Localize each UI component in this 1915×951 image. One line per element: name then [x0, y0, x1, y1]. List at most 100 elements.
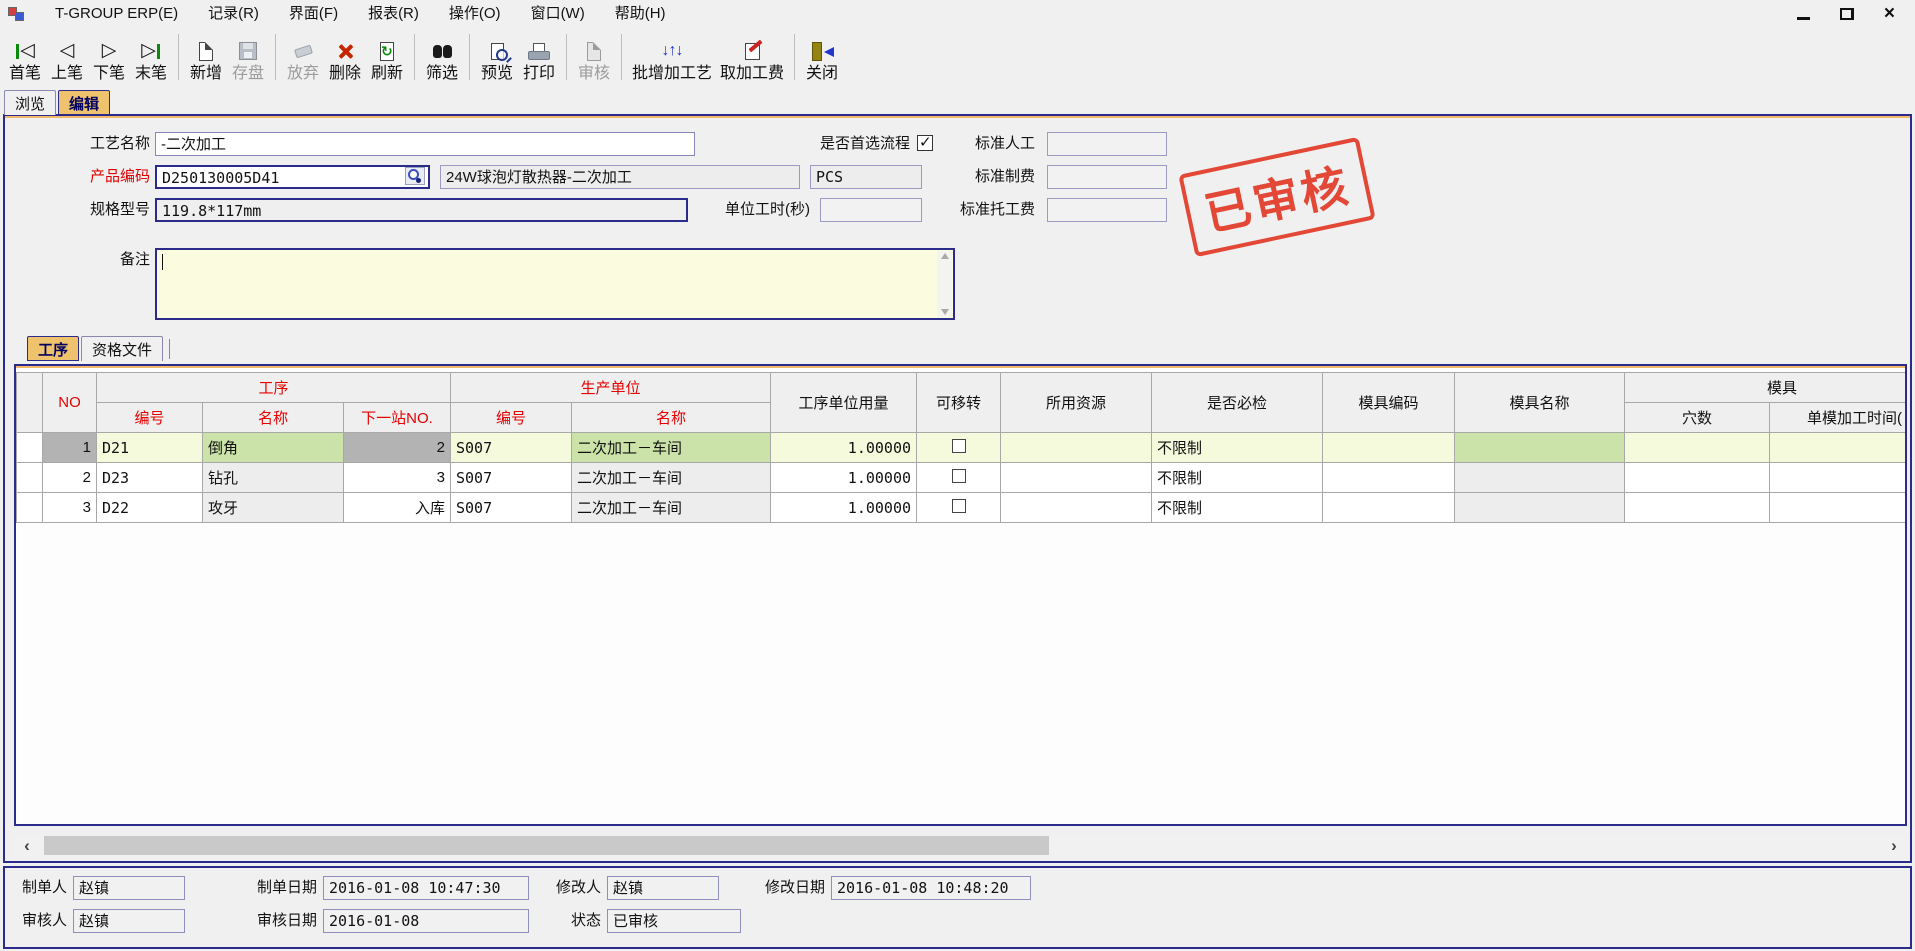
col-process-name[interactable]: 名称	[203, 403, 344, 433]
col-no[interactable]: NO	[43, 373, 97, 433]
col-resources[interactable]: 所用资源	[1001, 373, 1152, 433]
std-labor-field	[1047, 132, 1167, 156]
remark-label: 备注	[45, 248, 150, 272]
detail-tab-strip: 工序 资格文件	[27, 336, 170, 363]
close-form-button[interactable]: 关闭	[801, 31, 843, 83]
save-button[interactable]: 存盘	[227, 31, 269, 83]
unit-time-label: 单位工时(秒)	[695, 198, 810, 222]
col-usage[interactable]: 工序单位用量	[771, 373, 917, 433]
preview-magnifier-icon	[491, 38, 504, 64]
std-outwork-fee-field	[1047, 198, 1167, 222]
col-unit-code[interactable]: 编号	[451, 403, 572, 433]
save-disk-icon	[239, 38, 257, 64]
tab-process[interactable]: 工序	[27, 336, 79, 361]
row-indicator-header	[17, 373, 43, 433]
text-caret	[162, 254, 163, 270]
modify-date-field: 2016-01-08 10:48:20	[831, 876, 1031, 900]
restore-icon[interactable]	[1840, 8, 1854, 20]
last-record-icon: ▷	[141, 38, 161, 64]
spec-model-input[interactable]: 119.8*117mm	[155, 198, 688, 222]
scrollbar-thumb[interactable]	[44, 836, 1049, 855]
next-record-icon: ▷	[102, 38, 117, 64]
status-field: 已审核	[607, 909, 741, 933]
col-next-station[interactable]: 下一站NO.	[344, 403, 451, 433]
audit-button[interactable]: 审核	[573, 31, 615, 83]
col-mold-time[interactable]: 单模加工时间(	[1770, 403, 1907, 433]
col-inspection[interactable]: 是否必检	[1152, 373, 1323, 433]
binoculars-icon	[433, 38, 452, 64]
scroll-down-icon[interactable]	[941, 309, 949, 315]
scroll-left-icon[interactable]: ‹	[16, 835, 38, 856]
maker-field: 赵镇	[73, 876, 185, 900]
discard-button[interactable]: 放弃	[282, 31, 324, 83]
product-lookup-button[interactable]	[405, 167, 425, 185]
refresh-button[interactable]: ↻ 刷新	[366, 31, 408, 83]
transferable-checkbox[interactable]	[952, 499, 966, 513]
menu-report[interactable]: 报表(R)	[353, 0, 434, 27]
fetch-processing-fee-button[interactable]: 取加工费	[716, 31, 788, 83]
menu-operation[interactable]: 操作(O)	[434, 0, 516, 27]
modifier-field: 赵镇	[607, 876, 719, 900]
transferable-checkbox[interactable]	[952, 439, 966, 453]
transferable-checkbox[interactable]	[952, 469, 966, 483]
std-labor-label: 标准人工	[885, 132, 1035, 156]
magnifier-icon	[408, 169, 422, 183]
col-cavities[interactable]: 穴数	[1625, 403, 1770, 433]
product-name-field: 24W球泡灯散热器-二次加工	[440, 165, 800, 189]
audit-date-label: 审核日期	[225, 909, 317, 933]
product-code-label: 产品编码	[45, 165, 150, 189]
table-row[interactable]: 3 D22 攻牙 入库 S007 二次加工－车间 1.00000 不限制	[17, 493, 1908, 523]
status-label: 状态	[549, 909, 601, 933]
table-row[interactable]: 2 D23 钻孔 3 S007 二次加工－车间 1.00000 不限制	[17, 463, 1908, 493]
horizontal-scrollbar[interactable]: ‹ ›	[14, 835, 1907, 856]
modify-date-label: 修改日期	[733, 876, 825, 900]
tab-edit[interactable]: 编辑	[58, 90, 110, 115]
footer-panel: 制单人 赵镇 制单日期 2016-01-08 10:47:30 修改人 赵镇 修…	[3, 866, 1912, 949]
col-group-process: 工序	[97, 373, 451, 403]
print-button[interactable]: 打印	[518, 31, 560, 83]
auditor-label: 审核人	[17, 909, 67, 933]
previous-record-button[interactable]: ◁ 上笔	[46, 31, 88, 83]
remark-textarea[interactable]	[155, 248, 955, 320]
process-name-label: 工艺名称	[45, 132, 150, 156]
batch-add-process-button[interactable]: ↓↑↓ 批增加工艺	[628, 31, 716, 83]
menu-help[interactable]: 帮助(H)	[600, 0, 681, 27]
new-button[interactable]: 新增	[185, 31, 227, 83]
std-mfg-fee-label: 标准制费	[885, 165, 1035, 189]
scroll-up-icon[interactable]	[941, 253, 949, 259]
preview-button[interactable]: 预览	[476, 31, 518, 83]
remark-scrollbar[interactable]	[937, 251, 952, 317]
make-date-label: 制单日期	[225, 876, 317, 900]
previous-record-icon: ◁	[60, 38, 75, 64]
process-name-input[interactable]: -二次加工	[155, 132, 695, 156]
product-code-input[interactable]: D250130005D41	[155, 165, 430, 189]
col-mold-name[interactable]: 模具名称	[1455, 373, 1625, 433]
menu-tgroup-erp[interactable]: T-GROUP ERP(E)	[40, 0, 193, 27]
menu-interface[interactable]: 界面(F)	[274, 0, 353, 27]
filter-button[interactable]: 筛选	[421, 31, 463, 83]
last-record-button[interactable]: ▷ 末笔	[130, 31, 172, 83]
menu-window[interactable]: 窗口(W)	[516, 0, 600, 27]
toolbar-separator	[178, 34, 179, 80]
tab-qualification-files[interactable]: 资格文件	[81, 336, 163, 361]
tab-browse[interactable]: 浏览	[4, 90, 56, 115]
col-unit-name[interactable]: 名称	[572, 403, 771, 433]
spec-model-label: 规格型号	[45, 198, 150, 222]
delete-button[interactable]: 删除	[324, 31, 366, 83]
tab-separator	[169, 339, 170, 359]
col-transferable[interactable]: 可移转	[917, 373, 1001, 433]
toolbar-separator	[469, 34, 470, 80]
delete-x-icon	[337, 38, 354, 64]
table-row[interactable]: 1 D21 倒角 2 S007 二次加工－车间 1.00000 不限制	[17, 433, 1908, 463]
next-record-button[interactable]: ▷ 下笔	[88, 31, 130, 83]
scroll-right-icon[interactable]: ›	[1883, 835, 1905, 856]
first-record-button[interactable]: ◁ 首笔	[4, 31, 46, 83]
std-mfg-fee-field	[1047, 165, 1167, 189]
std-outwork-fee-label: 标准托工费	[885, 198, 1035, 222]
col-process-code[interactable]: 编号	[97, 403, 203, 433]
table-header-row-1: NO 工序 生产单位 工序单位用量 可移转 所用资源 是否必检 模具编码 模具名…	[17, 373, 1908, 403]
minimize-icon[interactable]	[1797, 17, 1810, 20]
menu-record[interactable]: 记录(R)	[193, 0, 274, 27]
col-mold-code[interactable]: 模具编码	[1323, 373, 1455, 433]
close-icon[interactable]: ×	[1884, 6, 1895, 22]
